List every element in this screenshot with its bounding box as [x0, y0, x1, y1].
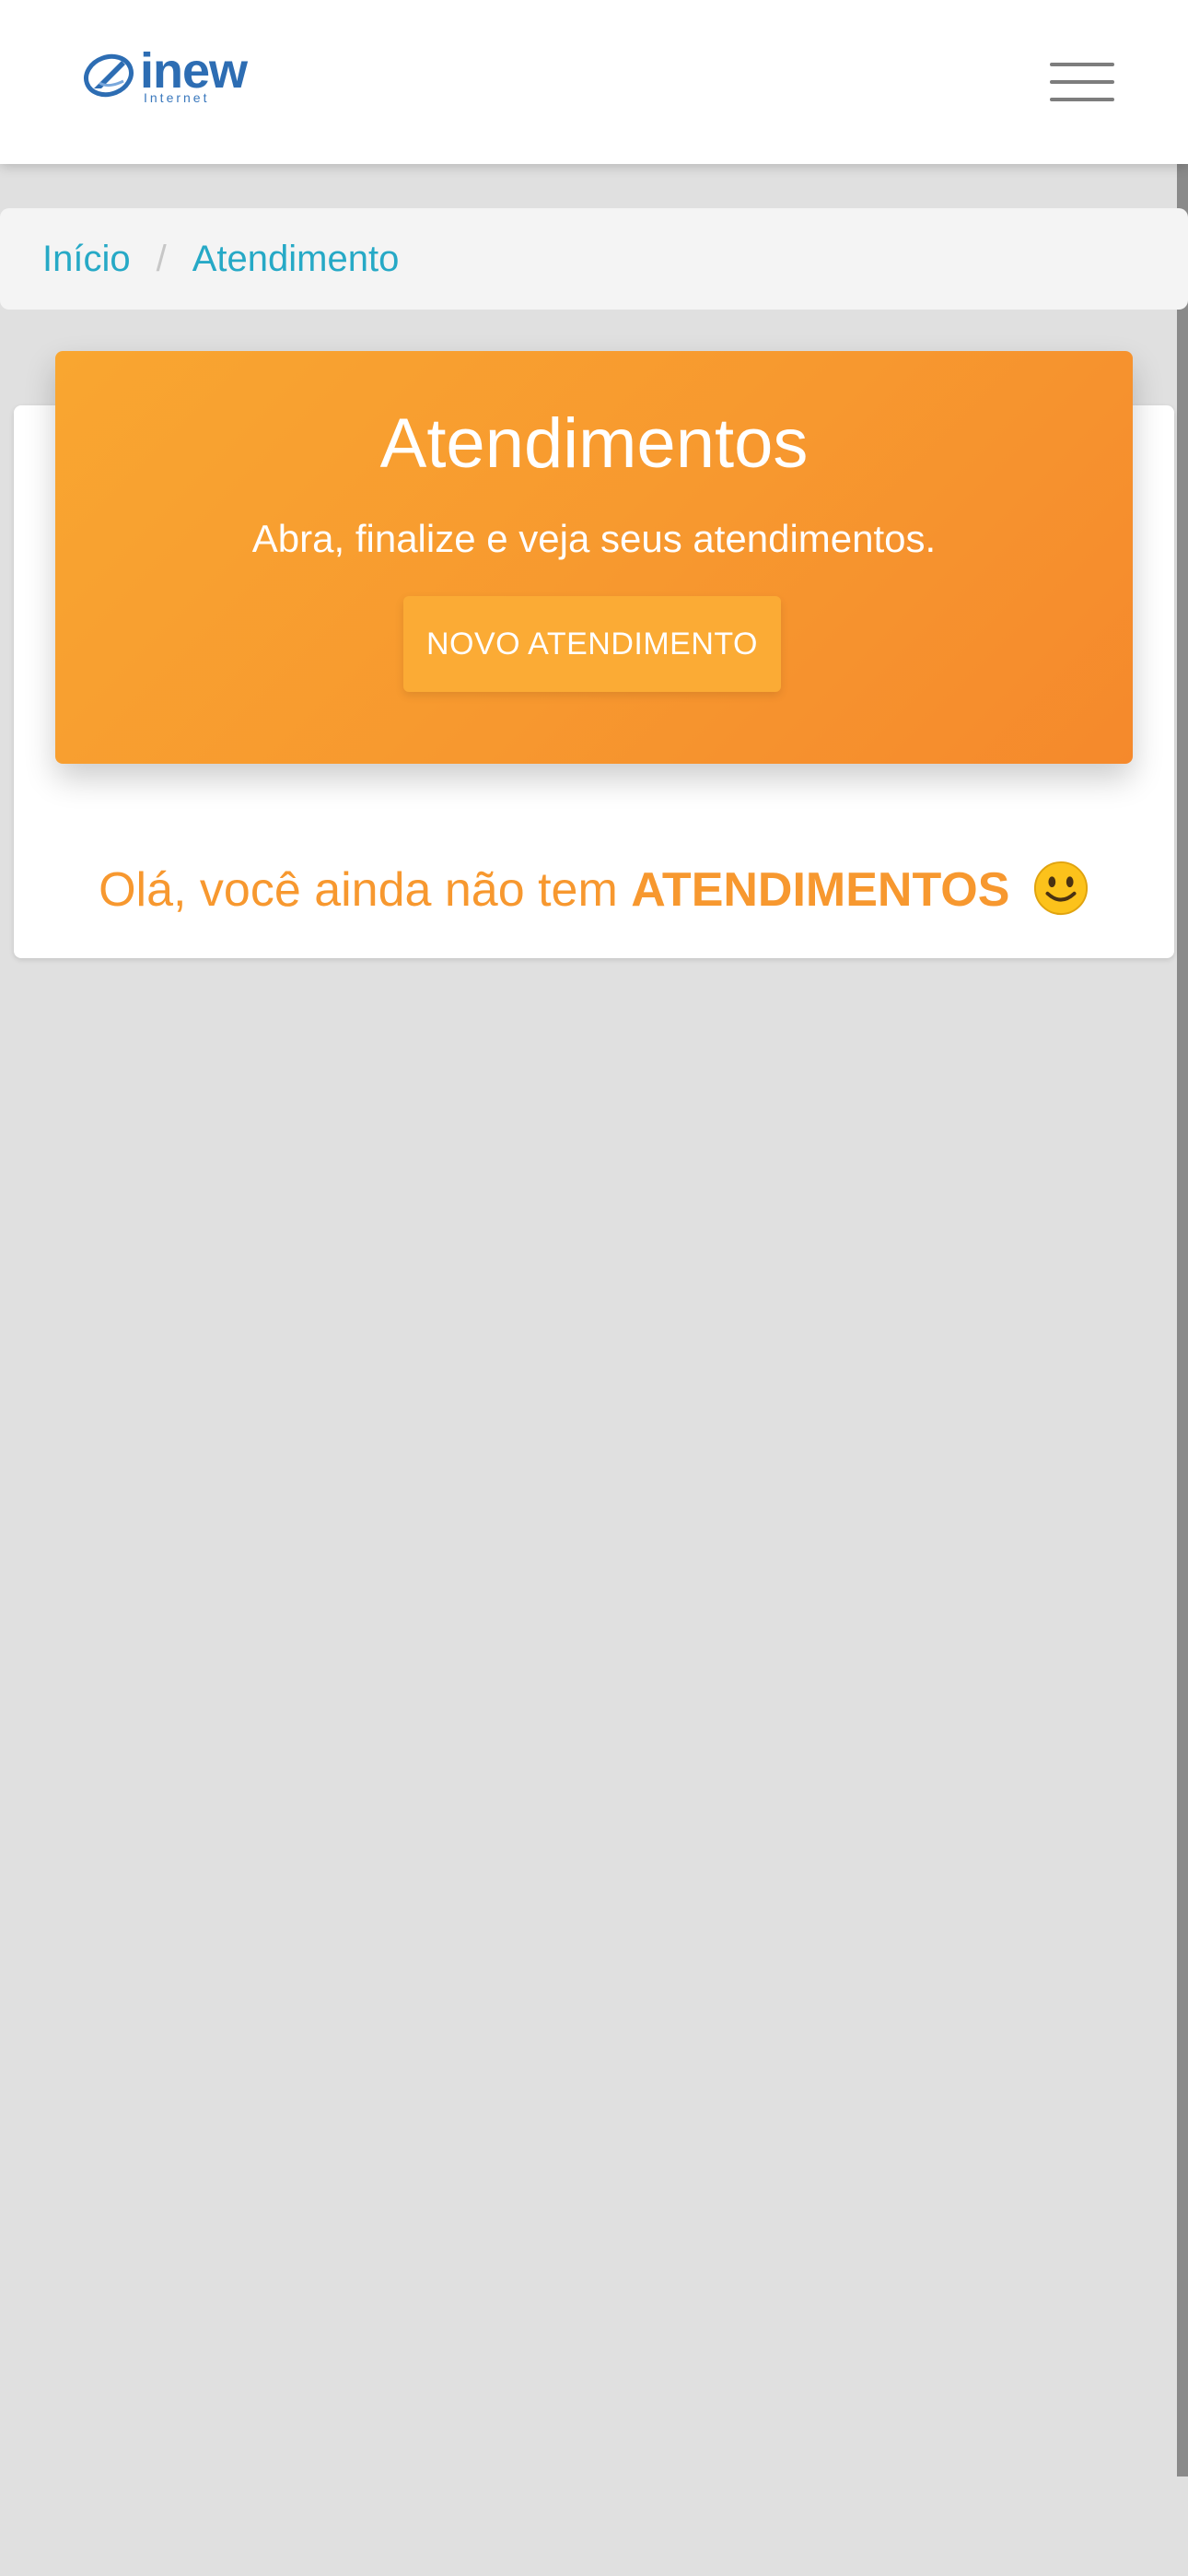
- empty-state-highlight: ATENDIMENTOS: [631, 863, 1010, 917]
- smiley-face-icon: [1033, 861, 1088, 916]
- atendimentos-banner: Atendimentos Abra, finalize e veja seus …: [55, 351, 1133, 764]
- novo-atendimento-button[interactable]: NOVO ATENDIMENTO: [403, 596, 781, 692]
- empty-state-message: Olá, você ainda não tem ATENDIMENTOS: [0, 848, 1188, 932]
- scroll-indicator[interactable]: [1177, 164, 1188, 2476]
- breadcrumb: Início / Atendimento: [0, 208, 1188, 310]
- page-subtitle: Abra, finalize e veja seus atendimentos.: [251, 517, 937, 560]
- empty-state-prefix: Olá, você ainda não tem: [99, 863, 618, 917]
- page: inew Internet Início / Atendimento Atend…: [0, 0, 1188, 2576]
- breadcrumb-item-inicio[interactable]: Início: [42, 239, 131, 280]
- logo-wordmark: inew: [140, 43, 248, 99]
- breadcrumb-separator: /: [156, 238, 167, 279]
- top-header: inew Internet: [0, 0, 1188, 164]
- logo-subtitle: Internet: [144, 90, 210, 105]
- logo-swoosh-icon: [84, 53, 134, 98]
- hamburger-menu-button[interactable]: [1042, 55, 1122, 109]
- breadcrumb-item-atendimento[interactable]: Atendimento: [192, 239, 400, 280]
- inew-logo[interactable]: inew Internet: [81, 44, 256, 109]
- page-title: Atendimentos: [379, 404, 809, 483]
